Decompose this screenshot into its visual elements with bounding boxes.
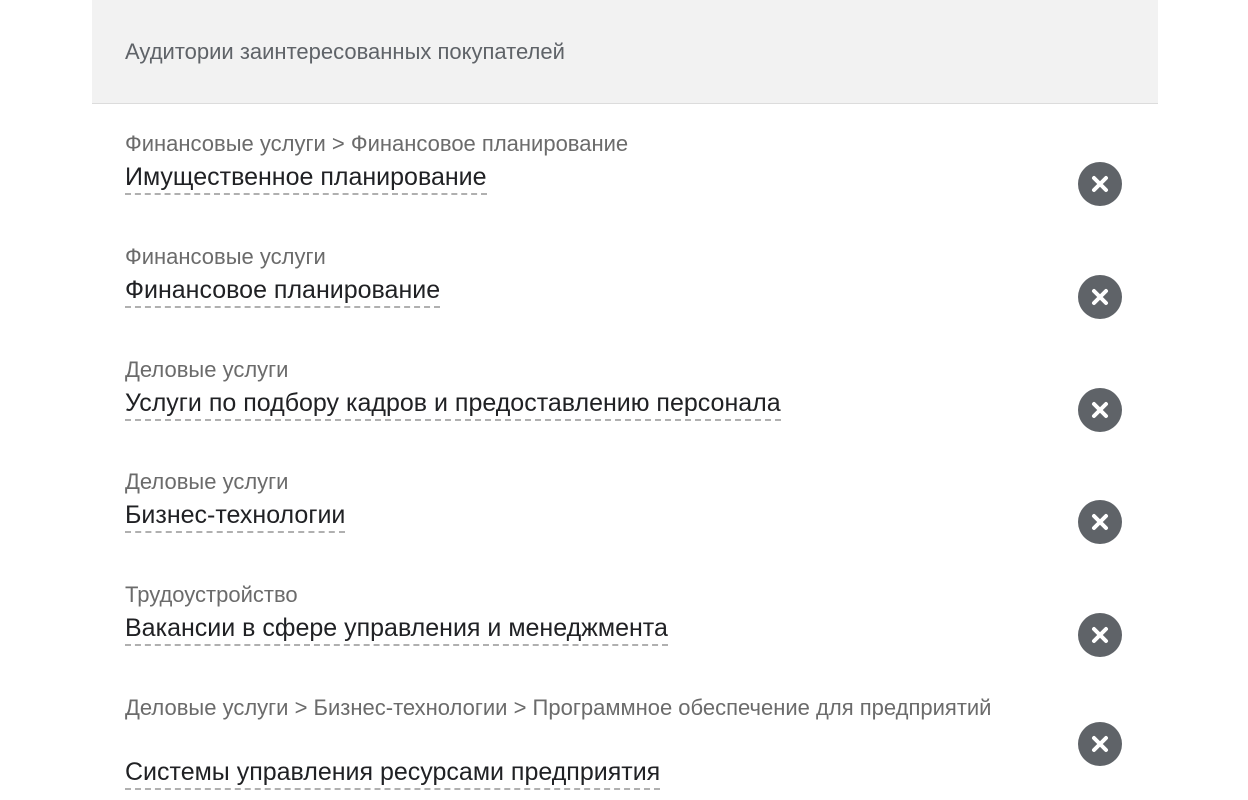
audience-category-path: Трудоустройство (125, 582, 298, 607)
audience-name[interactable]: Имущественное планирование (125, 161, 487, 195)
audience-category-path: Деловые услуги > Бизнес-технологии > Про… (125, 695, 992, 720)
remove-audience-button[interactable] (1078, 500, 1122, 544)
audience-name[interactable]: Системы управления ресурсами предприятия (125, 756, 661, 790)
panel-title: Аудитории заинтересованных покупателей (125, 38, 565, 64)
audience-name[interactable]: Вакансии в сфере управления и менеджмент… (125, 612, 668, 646)
audience-category-path: Финансовые услуги > Финансовое планирова… (125, 131, 629, 156)
remove-circle-icon (1092, 627, 1108, 643)
audience-name[interactable]: Финансовое планирование (125, 274, 441, 308)
panel-header: Аудитории заинтересованных покупателей (92, 0, 1158, 104)
remove-circle-icon (1092, 402, 1108, 418)
remove-audience-button[interactable] (1078, 613, 1122, 657)
audience-category-path: Деловые услуги (125, 469, 289, 494)
remove-circle-icon (1092, 736, 1108, 752)
audience-category-path: Деловые услуги (125, 357, 289, 382)
audience-name[interactable]: Услуги по подбору кадров и предоставлени… (125, 387, 781, 421)
audience-category-path: Финансовые услуги (125, 244, 326, 269)
remove-circle-icon (1092, 289, 1108, 305)
audience-panel: Аудитории заинтересованных покупателей Ф… (92, 0, 1158, 800)
remove-audience-button[interactable] (1078, 162, 1122, 206)
remove-circle-icon (1092, 176, 1108, 192)
remove-audience-button[interactable] (1078, 722, 1122, 766)
audience-name[interactable]: Бизнес-технологии (125, 499, 346, 533)
remove-audience-button[interactable] (1078, 275, 1122, 319)
remove-circle-icon (1092, 514, 1108, 530)
remove-audience-button[interactable] (1078, 388, 1122, 432)
